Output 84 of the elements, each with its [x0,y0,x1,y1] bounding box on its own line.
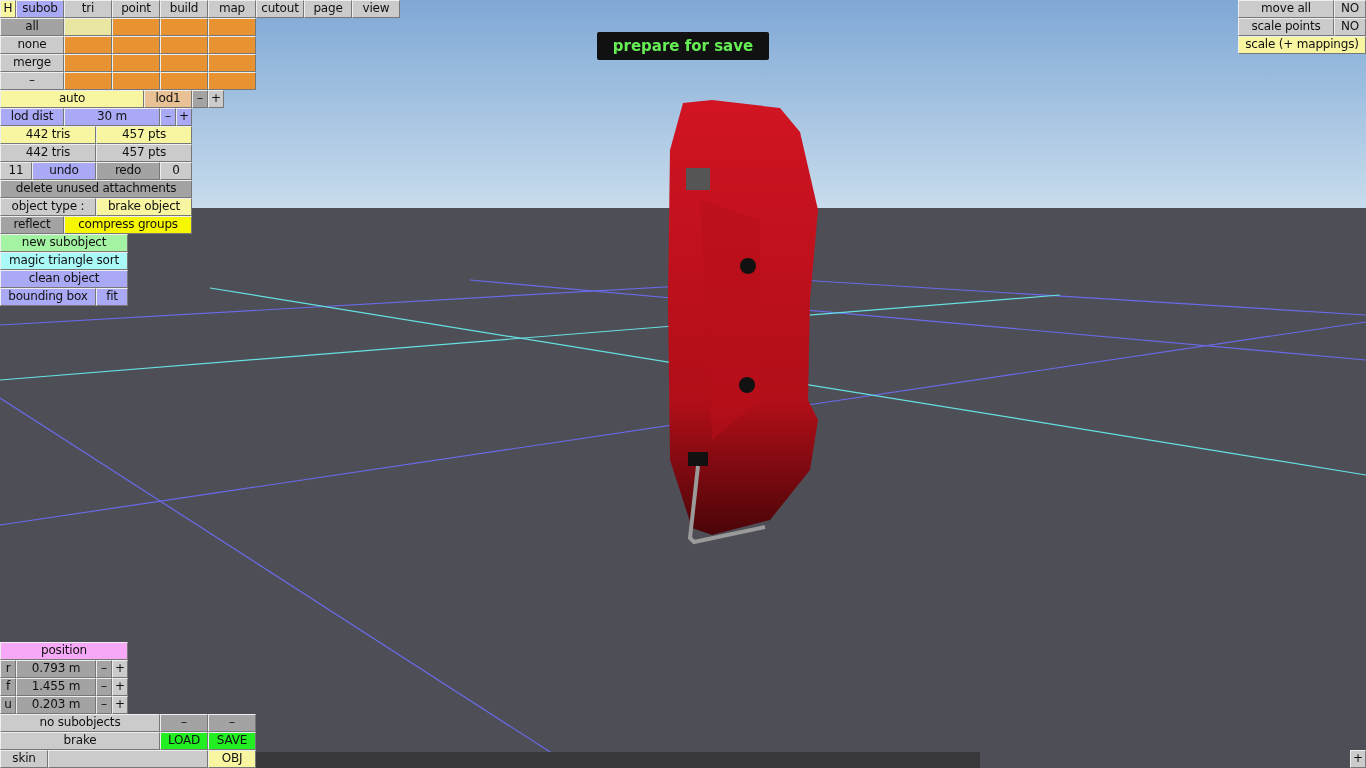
action-button[interactable]: new subobject [0,234,128,252]
help-button[interactable]: H [0,0,16,18]
redo-count: 0 [160,162,192,180]
group-swatch[interactable] [208,54,256,72]
minus-button[interactable]: – [96,696,112,714]
skin-label: skin [0,750,48,768]
select-button[interactable]: none [0,36,64,54]
tris-count: 442 tris [0,144,96,162]
fit-button[interactable]: fit [96,288,128,306]
group-swatch[interactable] [208,18,256,36]
save-button[interactable]: SAVE [208,732,256,750]
position-header: position [0,642,128,660]
position-value: 0.793 m [16,660,96,678]
select-button[interactable]: all [0,18,64,36]
undo-count: 11 [0,162,32,180]
obj-button[interactable]: OBJ [208,750,256,768]
compress-groups-button[interactable]: compress groups [64,216,192,234]
action-button[interactable]: magic triangle sort [0,252,128,270]
minus-button[interactable]: – [160,108,176,126]
mode-tab[interactable]: build [160,0,208,18]
group-swatch[interactable] [64,36,112,54]
group-swatch[interactable] [160,72,208,90]
group-swatch[interactable] [112,36,160,54]
delete-attachments-button[interactable]: delete unused attachments [0,180,192,198]
axis-label: f [0,678,16,696]
reflect-button[interactable]: reflect [0,216,64,234]
lod-mode-button[interactable]: auto [0,90,144,108]
mode-tab[interactable]: cutout [256,0,304,18]
redo-button[interactable]: redo [96,162,160,180]
plus-button[interactable]: + [112,696,128,714]
select-button[interactable]: merge [0,54,64,72]
minus-button[interactable]: – [96,678,112,696]
select-button[interactable]: – [0,72,64,90]
file-name-field[interactable]: brake [0,732,160,750]
lod-dist-label: lod dist [0,108,64,126]
subobject-button[interactable]: – [208,714,256,732]
scale-mappings-button[interactable]: scale (+ mappings) [1238,36,1366,54]
group-swatch[interactable] [64,18,112,36]
plus-button[interactable]: + [112,678,128,696]
mode-tab[interactable]: view [352,0,400,18]
group-swatch[interactable] [208,36,256,54]
mode-tab[interactable]: subob [16,0,64,18]
mode-tab[interactable]: tri [64,0,112,18]
position-value: 1.455 m [16,678,96,696]
group-swatch[interactable] [64,72,112,90]
lod-level-button[interactable]: lod1 [144,90,192,108]
skin-field[interactable] [48,750,208,768]
minus-button[interactable]: – [192,90,208,108]
option-button[interactable]: move all [1238,0,1334,18]
subobject-button[interactable]: – [160,714,208,732]
axis-label: u [0,696,16,714]
mode-tab[interactable]: page [304,0,352,18]
expand-button[interactable]: + [1350,750,1366,768]
plus-button[interactable]: + [176,108,192,126]
points-count: 457 pts [96,126,192,144]
plus-button[interactable]: + [208,90,224,108]
group-swatch[interactable] [160,18,208,36]
option-toggle[interactable]: NO [1334,0,1366,18]
object-type-label: object type : [0,198,96,216]
option-button[interactable]: scale points [1238,18,1334,36]
lod-dist-value: 30 m [64,108,160,126]
option-toggle[interactable]: NO [1334,18,1366,36]
status-banner: prepare for save [597,32,769,60]
axis-label: r [0,660,16,678]
action-button[interactable]: clean object [0,270,128,288]
load-button[interactable]: LOAD [160,732,208,750]
group-swatch[interactable] [208,72,256,90]
tris-count: 442 tris [0,126,96,144]
bounding-box-button[interactable]: bounding box [0,288,96,306]
mode-tab[interactable]: point [112,0,160,18]
position-value: 0.203 m [16,696,96,714]
plus-button[interactable]: + [112,660,128,678]
undo-button[interactable]: undo [32,162,96,180]
mode-tab[interactable]: map [208,0,256,18]
object-type-button[interactable]: brake object [96,198,192,216]
group-swatch[interactable] [64,54,112,72]
group-swatch[interactable] [112,54,160,72]
points-count: 457 pts [96,144,192,162]
minus-button[interactable]: – [96,660,112,678]
group-swatch[interactable] [112,18,160,36]
group-swatch[interactable] [160,36,208,54]
group-swatch[interactable] [112,72,160,90]
subobject-selector[interactable]: no subobjects [0,714,160,732]
group-swatch[interactable] [160,54,208,72]
